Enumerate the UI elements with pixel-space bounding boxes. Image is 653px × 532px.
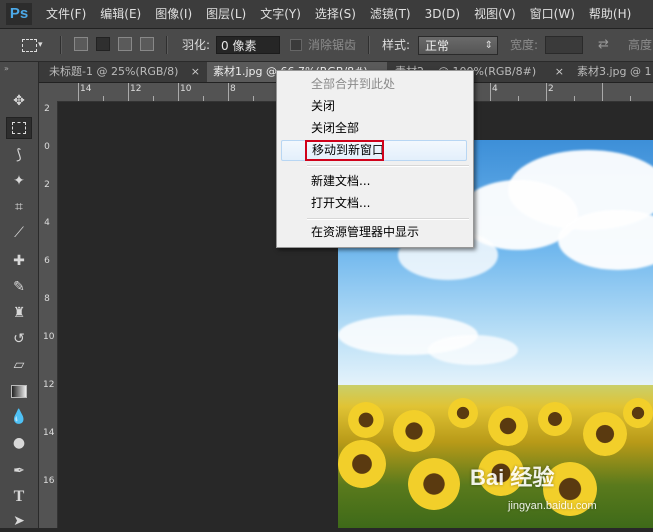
ruler-label: 2 [44, 180, 50, 190]
history-brush-tool-icon[interactable]: ↺ [6, 328, 32, 350]
eraser-tool-icon[interactable]: ▱ [6, 354, 32, 376]
add-selection-button[interactable] [96, 37, 110, 51]
toolbox: » ✥ ⟆ ✦ ⌗ ⟋ ✚ ✎ ♜ ↺ ▱ 💧 ● ✒ T ➤ [0, 62, 39, 529]
chevron-updown-icon: ⇕ [484, 40, 493, 51]
gradient-tool-icon[interactable] [6, 380, 32, 402]
options-bar: ▾ 羽化: 0 像素 消除锯齿 样式: 正常 ⇕ 宽度: ⇄ 高度 [0, 29, 653, 62]
style-label: 样式: [382, 38, 411, 52]
menu-bar: Ps 文件(F) 编辑(E) 图像(I) 图层(L) 文字(Y) 选择(S) 滤… [0, 0, 653, 29]
menu-file[interactable]: 文件(F) [46, 0, 86, 28]
move-tool-icon[interactable]: ✥ [6, 90, 32, 112]
menu-3d[interactable]: 3D(D) [425, 0, 460, 28]
vertical-ruler: 2 0 2 4 6 8 10 12 14 16 [39, 101, 58, 528]
menu-items: 文件(F) 编辑(E) 图像(I) 图层(L) 文字(Y) 选择(S) 滤镜(T… [46, 0, 645, 28]
feather-input[interactable]: 0 像素 [216, 36, 280, 54]
subtract-selection-button[interactable] [118, 37, 132, 51]
tab-material-3[interactable]: 素材3.jpg @ 1 [571, 62, 653, 82]
ruler-label: 2 [44, 104, 50, 114]
menu-item-close[interactable]: 关闭 [281, 96, 467, 117]
height-label: 高度 [628, 38, 653, 52]
feather-label: 羽化: [182, 38, 211, 52]
separator [166, 36, 168, 54]
swap-icon[interactable]: ⇄ [598, 29, 609, 61]
ruler-label: 14 [43, 428, 55, 438]
healing-brush-tool-icon[interactable]: ✚ [6, 250, 32, 272]
annotation-highlight-box [305, 140, 384, 161]
lasso-tool-icon[interactable]: ⟆ [6, 144, 32, 166]
ruler-label: 6 [44, 256, 50, 266]
tab-label: 素材3.jpg @ 1 [577, 65, 652, 78]
style-select[interactable]: 正常 ⇕ [418, 36, 498, 55]
menu-filter[interactable]: 滤镜(T) [370, 0, 411, 28]
ruler-corner [39, 83, 59, 102]
crop-tool-icon[interactable]: ⌗ [6, 196, 32, 218]
ruler-label: 14 [80, 84, 92, 94]
menu-edit[interactable]: 编辑(E) [100, 0, 141, 28]
ruler-label: 4 [44, 218, 50, 228]
menu-window[interactable]: 窗口(W) [530, 0, 575, 28]
ruler-label: 10 [180, 84, 192, 94]
menu-type[interactable]: 文字(Y) [260, 0, 301, 28]
ruler-label: 10 [43, 332, 55, 342]
ruler-label: 8 [44, 294, 50, 304]
separator [60, 36, 62, 54]
clone-stamp-tool-icon[interactable]: ♜ [6, 302, 32, 324]
dodge-tool-icon[interactable]: ● [6, 432, 32, 454]
intersect-selection-button[interactable] [140, 37, 154, 51]
menu-item-consolidate-all: 全部合并到此处 [311, 77, 396, 91]
ruler-label: 4 [492, 84, 498, 94]
menu-item-new-document[interactable]: 新建文档... [281, 171, 467, 192]
ruler-label: 0 [44, 142, 50, 152]
width-input[interactable] [545, 36, 583, 54]
rectangle-marquee-icon[interactable] [22, 39, 37, 52]
photoshop-logo: Ps [6, 3, 32, 25]
watermark-url: jingyan.baidu.com [508, 500, 597, 512]
antialias-label: 消除锯齿 [308, 38, 357, 52]
menu-select[interactable]: 选择(S) [315, 0, 356, 28]
ruler-label: 16 [43, 476, 55, 486]
menu-separator [307, 218, 469, 220]
baidu-watermark: Bai 经验 [470, 465, 555, 490]
menu-view[interactable]: 视图(V) [474, 0, 516, 28]
ruler-label: 8 [230, 84, 236, 94]
path-selection-tool-icon[interactable]: ➤ [6, 510, 32, 532]
chevron-down-icon[interactable]: ▾ [38, 29, 43, 61]
menu-item-show-in-explorer[interactable]: 在资源管理器中显示 [281, 222, 467, 243]
menu-item-open-document[interactable]: 打开文档... [281, 193, 467, 214]
menu-help[interactable]: 帮助(H) [589, 0, 631, 28]
new-selection-button[interactable] [74, 37, 88, 51]
ruler-label: 12 [43, 380, 55, 390]
tab-untitled-1[interactable]: 未标题-1 @ 25%(RGB/8) × [43, 62, 205, 82]
panel-collapse-icon[interactable]: » [4, 64, 9, 73]
menu-item-close-all[interactable]: 关闭全部 [281, 118, 467, 139]
tab-label: 未标题-1 @ 25%(RGB/8) [49, 65, 179, 78]
blur-tool-icon[interactable]: 💧 [6, 406, 32, 428]
menu-image[interactable]: 图像(I) [155, 0, 192, 28]
ruler-label: 2 [548, 84, 554, 94]
menu-separator [307, 165, 469, 167]
eyedropper-tool-icon[interactable]: ⟋ [6, 222, 32, 244]
close-icon[interactable]: × [555, 62, 564, 82]
type-tool-icon[interactable]: T [6, 486, 32, 508]
menu-layer[interactable]: 图层(L) [206, 0, 246, 28]
antialias-checkbox[interactable] [290, 39, 302, 51]
style-value: 正常 [425, 39, 450, 53]
separator [368, 36, 370, 54]
pen-tool-icon[interactable]: ✒ [6, 460, 32, 482]
width-label: 宽度: [510, 38, 539, 52]
ruler-label: 12 [130, 84, 142, 94]
magic-wand-tool-icon[interactable]: ✦ [6, 170, 32, 192]
close-icon[interactable]: × [191, 62, 200, 82]
brush-tool-icon[interactable]: ✎ [6, 276, 32, 298]
marquee-tool-icon[interactable] [6, 117, 32, 139]
